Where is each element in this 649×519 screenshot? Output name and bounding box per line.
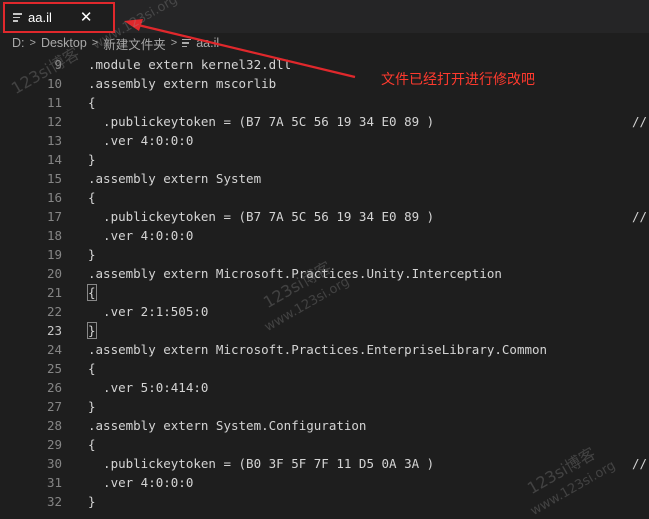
close-icon[interactable]: ✕ xyxy=(80,10,93,25)
code-line[interactable]: 12 .publickeytoken = (B7 7A 5C 56 19 34 … xyxy=(0,112,649,131)
code-line[interactable]: 21 { xyxy=(0,283,649,302)
code-line[interactable]: 28 .assembly extern System.Configuration xyxy=(0,416,649,435)
code-line[interactable]: 32} xyxy=(0,492,649,511)
line-number: 30 xyxy=(46,456,62,471)
code-text[interactable]: .ver 4:0:0:0 xyxy=(88,473,193,492)
line-number: 11 xyxy=(46,95,62,110)
chevron-right-icon: > xyxy=(91,37,99,49)
code-comment: // xyxy=(632,456,648,471)
code-text[interactable]: .assembly extern System.Configuration xyxy=(88,416,366,435)
code-text[interactable]: .assembly extern mscorlib xyxy=(88,74,276,93)
line-number: 24 xyxy=(46,342,62,357)
line-number: 20 xyxy=(46,266,62,281)
line-number: 28 xyxy=(46,418,62,433)
code-text[interactable]: } xyxy=(88,492,96,511)
code-text[interactable]: .assembly extern Microsoft.Practices.Ent… xyxy=(88,340,547,359)
code-text[interactable]: } xyxy=(88,397,96,416)
line-number: 16 xyxy=(46,190,62,205)
line-number: 17 xyxy=(46,209,62,224)
file-lines-icon xyxy=(13,13,22,22)
chevron-right-icon: > xyxy=(29,37,36,49)
line-number: 21 xyxy=(46,285,62,300)
line-number: 29 xyxy=(46,437,62,452)
code-text[interactable]: .publickeytoken = (B7 7A 5C 56 19 34 E0 … xyxy=(88,207,434,226)
breadcrumb-item-folder[interactable]: 新建文件夹 xyxy=(103,34,166,53)
tab-aa-il[interactable]: aa.il ✕ xyxy=(3,2,115,33)
code-line[interactable]: 14} xyxy=(0,150,649,169)
line-number: 9 xyxy=(54,57,62,72)
tab-title: aa.il xyxy=(28,10,52,25)
line-number: 14 xyxy=(46,152,62,167)
code-text[interactable]: .ver 5:0:414:0 xyxy=(88,378,208,397)
code-line[interactable]: 9 .module extern kernel32.dll xyxy=(0,55,649,74)
code-line[interactable]: 11 { xyxy=(0,93,649,112)
breadcrumb-item-file[interactable]: aa.il xyxy=(196,36,219,50)
code-line[interactable]: 15 .assembly extern System xyxy=(0,169,649,188)
tab-bar: aa.il ✕ xyxy=(0,0,649,33)
line-number: 22 xyxy=(46,304,62,319)
code-text[interactable]: { xyxy=(88,188,96,207)
code-text[interactable]: { xyxy=(88,93,96,112)
code-text[interactable]: .publickeytoken = (B7 7A 5C 56 19 34 E0 … xyxy=(88,112,434,131)
code-text[interactable]: .assembly extern Microsoft.Practices.Uni… xyxy=(88,264,502,283)
code-text[interactable]: } xyxy=(87,321,97,340)
code-line[interactable]: 17 .publickeytoken = (B7 7A 5C 56 19 34 … xyxy=(0,207,649,226)
code-text[interactable]: } xyxy=(88,150,96,169)
code-text[interactable]: .publickeytoken = (B0 3F 5F 7F 11 D5 0A … xyxy=(88,454,434,473)
code-editor[interactable]: 9 .module extern kernel32.dll 10 .assembly … xyxy=(0,55,649,509)
code-text[interactable]: .module extern kernel32.dll xyxy=(88,55,291,74)
code-line[interactable]: 19} xyxy=(0,245,649,264)
line-number: 13 xyxy=(46,133,62,148)
annotation-text: 文件已经打开进行修改吧 xyxy=(381,72,535,88)
line-number: 31 xyxy=(46,475,62,490)
line-number: 19 xyxy=(46,247,62,262)
line-number: 12 xyxy=(46,114,62,129)
breadcrumb-item-drive[interactable]: D: xyxy=(12,36,25,50)
code-text[interactable]: { xyxy=(88,359,96,378)
code-text[interactable]: { xyxy=(87,283,97,302)
file-lines-icon xyxy=(182,38,192,48)
code-line[interactable]: 22 .ver 2:1:505:0 xyxy=(0,302,649,321)
code-line[interactable]: 23} xyxy=(0,321,649,340)
chevron-right-icon: > xyxy=(170,37,178,49)
code-line[interactable]: 18 .ver 4:0:0:0 xyxy=(0,226,649,245)
line-number: 18 xyxy=(46,228,62,243)
line-number: 23 xyxy=(46,323,62,338)
code-line[interactable]: 13 .ver 4:0:0:0 xyxy=(0,131,649,150)
code-line[interactable]: 26 .ver 5:0:414:0 xyxy=(0,378,649,397)
code-line[interactable]: 30 .publickeytoken = (B0 3F 5F 7F 11 D5 … xyxy=(0,454,649,473)
code-comment: // xyxy=(632,114,648,129)
code-text[interactable]: .ver 2:1:505:0 xyxy=(88,302,208,321)
code-line[interactable]: 31 .ver 4:0:0:0 xyxy=(0,473,649,492)
code-line[interactable]: 25 { xyxy=(0,359,649,378)
breadcrumb-item-desktop[interactable]: Desktop xyxy=(41,36,87,50)
code-line[interactable]: 10 .assembly extern mscorlib xyxy=(0,74,649,93)
line-number: 32 xyxy=(46,494,62,509)
breadcrumb: D: > Desktop > 新建文件夹 > aa.il xyxy=(0,33,649,53)
line-number: 15 xyxy=(46,171,62,186)
code-line[interactable]: 24 .assembly extern Microsoft.Practices.E… xyxy=(0,340,649,359)
matched-bracket: { xyxy=(87,284,97,301)
line-number: 27 xyxy=(46,399,62,414)
line-number: 10 xyxy=(46,76,62,91)
code-line[interactable]: 29 { xyxy=(0,435,649,454)
line-number: 26 xyxy=(46,380,62,395)
code-text[interactable]: .ver 4:0:0:0 xyxy=(88,131,193,150)
code-text[interactable]: .assembly extern System xyxy=(88,169,261,188)
matched-bracket: } xyxy=(87,322,97,339)
code-line[interactable]: 16 { xyxy=(0,188,649,207)
code-comment: // xyxy=(632,209,648,224)
code-text[interactable]: } xyxy=(88,245,96,264)
code-line[interactable]: 20 .assembly extern Microsoft.Practices.U… xyxy=(0,264,649,283)
code-text[interactable]: { xyxy=(88,435,96,454)
code-line[interactable]: 27} xyxy=(0,397,649,416)
line-number: 25 xyxy=(46,361,62,376)
code-text[interactable]: .ver 4:0:0:0 xyxy=(88,226,193,245)
